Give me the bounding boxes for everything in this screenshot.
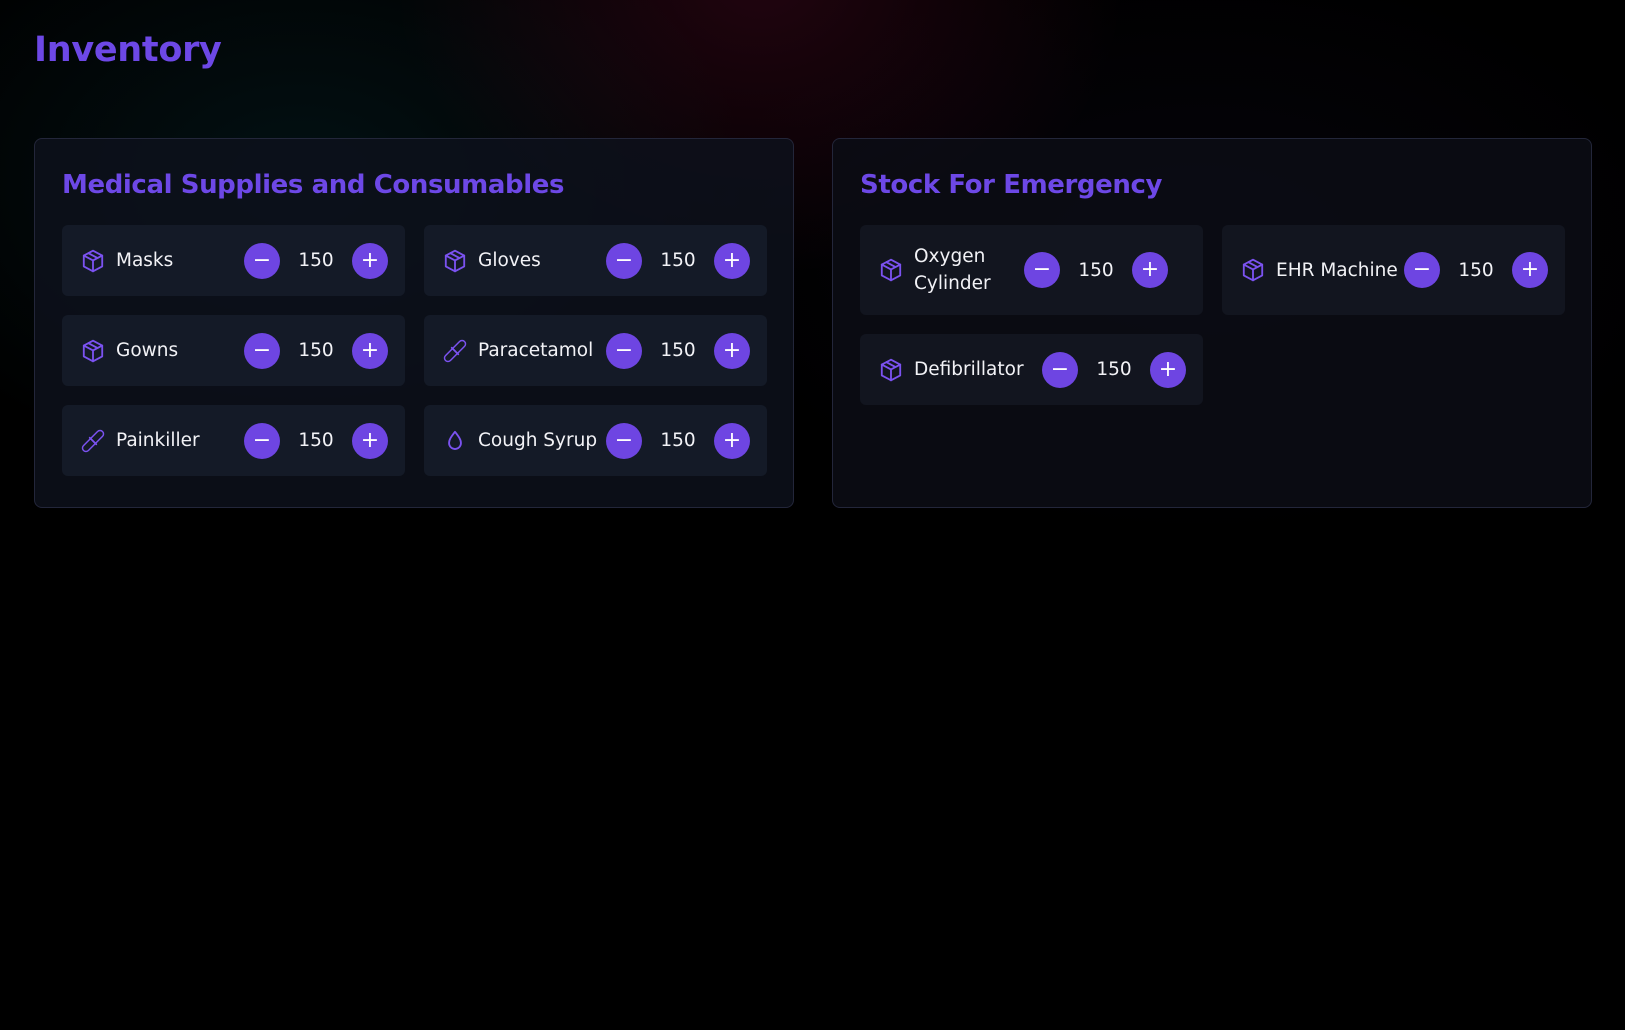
quantity-stepper: − 150 + (1404, 252, 1548, 288)
item-card-painkiller: Painkiller − 150 + (62, 405, 405, 476)
box-icon (878, 257, 904, 283)
increment-button[interactable]: + (714, 332, 750, 369)
increment-button[interactable]: + (714, 422, 750, 459)
item-label: Masks (116, 250, 174, 271)
item-label: EHR Machine (1276, 259, 1398, 281)
quantity-stepper: − 150 + (1024, 252, 1168, 288)
increment-button[interactable]: + (714, 242, 750, 279)
item-label: Paracetamol (478, 340, 594, 361)
increment-button[interactable]: + (1150, 351, 1186, 388)
item-label: Oxygen Cylinder (914, 246, 991, 294)
quantity-value: 150 (1458, 259, 1494, 281)
quantity-value: 150 (298, 340, 334, 361)
quantity-stepper: − 150 + (606, 422, 750, 459)
quantity-value: 150 (298, 250, 334, 271)
pill-icon (80, 428, 106, 454)
decrement-button[interactable]: − (244, 242, 280, 279)
box-icon (442, 248, 468, 274)
quantity-value: 150 (298, 430, 334, 451)
medical-supplies-panel: Medical Supplies and Consumables Masks −… (34, 138, 794, 508)
item-label: Defibrillator (914, 359, 1024, 380)
item-card-gowns: Gowns − 150 + (62, 315, 405, 386)
increment-button[interactable]: + (352, 422, 388, 459)
decrement-button[interactable]: − (1042, 351, 1078, 388)
quantity-stepper: − 150 + (244, 332, 388, 369)
quantity-value: 150 (660, 430, 696, 451)
item-card-masks: Masks − 150 + (62, 225, 405, 296)
item-card-oxygen-cylinder: Oxygen Cylinder − 150 + (860, 225, 1203, 315)
panel-title: Medical Supplies and Consumables (62, 170, 565, 200)
emergency-stock-panel: Stock For Emergency Oxygen Cylinder − 15… (832, 138, 1592, 508)
item-card-ehr-machine: EHR Machine − 150 + (1222, 225, 1565, 315)
quantity-stepper: − 150 + (1042, 351, 1186, 388)
decrement-button[interactable]: − (606, 242, 642, 279)
quantity-value: 150 (660, 250, 696, 271)
item-label: Cough Syrup (478, 430, 598, 451)
box-icon (80, 338, 106, 364)
item-card-gloves: Gloves − 150 + (424, 225, 767, 296)
decrement-button[interactable]: − (606, 422, 642, 459)
increment-button[interactable]: + (352, 242, 388, 279)
pill-icon (442, 338, 468, 364)
page-title: Inventory (34, 30, 222, 70)
item-grid: Masks − 150 + Gloves − 150 + Gowns − 150… (62, 225, 767, 476)
increment-button[interactable]: + (352, 332, 388, 369)
inventory-page: Inventory Medical Supplies and Consumabl… (0, 0, 1625, 1030)
item-label: Gloves (478, 250, 541, 271)
quantity-value: 150 (660, 340, 696, 361)
decrement-button[interactable]: − (244, 332, 280, 369)
increment-button[interactable]: + (1132, 252, 1168, 288)
box-icon (1240, 257, 1266, 283)
quantity-value: 150 (1078, 259, 1114, 281)
item-grid: Oxygen Cylinder − 150 + EHR Machine − 15… (860, 225, 1565, 405)
panel-title: Stock For Emergency (860, 170, 1163, 200)
item-card-paracetamol: Paracetamol − 150 + (424, 315, 767, 386)
item-card-defibrillator: Defibrillator − 150 + (860, 334, 1203, 405)
box-icon (80, 248, 106, 274)
item-label: Gowns (116, 340, 179, 361)
decrement-button[interactable]: − (1404, 252, 1440, 288)
quantity-value: 150 (1096, 359, 1132, 380)
quantity-stepper: − 150 + (606, 332, 750, 369)
decrement-button[interactable]: − (244, 422, 280, 459)
item-label: Painkiller (116, 430, 200, 451)
quantity-stepper: − 150 + (244, 422, 388, 459)
decrement-button[interactable]: − (1024, 252, 1060, 288)
quantity-stepper: − 150 + (606, 242, 750, 279)
box-icon (878, 357, 904, 383)
droplet-icon (442, 428, 468, 454)
decrement-button[interactable]: − (606, 332, 642, 369)
quantity-stepper: − 150 + (244, 242, 388, 279)
increment-button[interactable]: + (1512, 252, 1548, 288)
item-card-cough-syrup: Cough Syrup − 150 + (424, 405, 767, 476)
